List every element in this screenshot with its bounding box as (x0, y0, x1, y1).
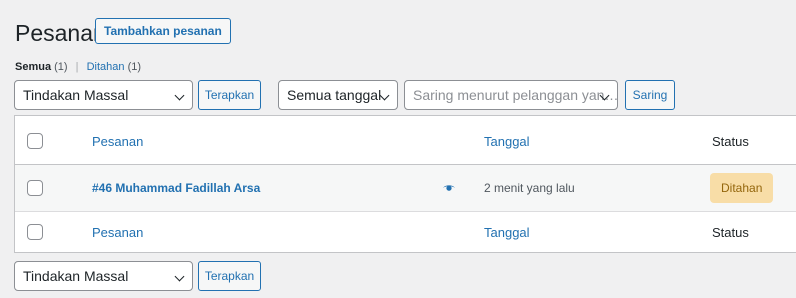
filter-separator: | (75, 61, 79, 73)
date-filter-value: Semua tanggal (287, 87, 382, 103)
bulk-actions-value-bottom: Tindakan Massal (23, 268, 129, 284)
column-status: Status (712, 134, 749, 149)
orders-table: Pesanan Tanggal Status #46 Muhammad Fadi… (14, 115, 796, 253)
select-all-checkbox-footer[interactable] (27, 224, 43, 240)
filter-all-link[interactable]: Semua (15, 61, 51, 73)
apply-bulk-button-top[interactable]: Terapkan (198, 80, 261, 110)
filter-all-count: (1) (54, 61, 68, 73)
status-filter-links: Semua (1) | Ditahan (1) (15, 60, 141, 74)
customer-filter-select[interactable]: Saring menurut pelanggan yan… (404, 80, 618, 110)
bulk-actions-select-bottom[interactable]: Tindakan Massal (14, 261, 193, 291)
column-status-footer: Status (712, 225, 749, 240)
filter-hold-link[interactable]: Ditahan (87, 61, 125, 73)
column-order-sort-footer[interactable]: Pesanan (92, 225, 143, 240)
filter-hold-count: (1) (127, 61, 142, 73)
filter-button[interactable]: Saring (625, 80, 675, 110)
page-title: Pesanan (15, 20, 106, 46)
table-row[interactable]: #46 Muhammad Fadillah Arsa 2 menit yang … (15, 165, 796, 212)
order-link[interactable]: #46 Muhammad Fadillah Arsa (92, 181, 260, 195)
status-badge: Ditahan (710, 173, 774, 203)
customer-filter-placeholder: Saring menurut pelanggan yan… (413, 87, 619, 103)
chevron-down-icon (174, 90, 185, 101)
column-date-sort[interactable]: Tanggal (484, 134, 530, 149)
column-order-sort[interactable]: Pesanan (92, 134, 143, 149)
column-date-sort-footer[interactable]: Tanggal (484, 225, 530, 240)
table-header-row: Pesanan Tanggal Status (15, 116, 796, 165)
eye-icon[interactable] (443, 184, 455, 192)
select-all-checkbox[interactable] (27, 133, 43, 149)
row-checkbox[interactable] (27, 180, 43, 196)
date-filter-select[interactable]: Semua tanggal (278, 80, 398, 110)
bulk-actions-select-top[interactable]: Tindakan Massal (14, 80, 193, 110)
chevron-down-icon (174, 271, 185, 282)
add-order-button[interactable]: Tambahkan pesanan (95, 18, 231, 44)
apply-bulk-button-bottom[interactable]: Terapkan (198, 261, 261, 291)
table-footer-row: Pesanan Tanggal Status (15, 212, 796, 253)
order-date: 2 menit yang lalu (484, 181, 575, 195)
bulk-actions-value: Tindakan Massal (23, 87, 129, 103)
